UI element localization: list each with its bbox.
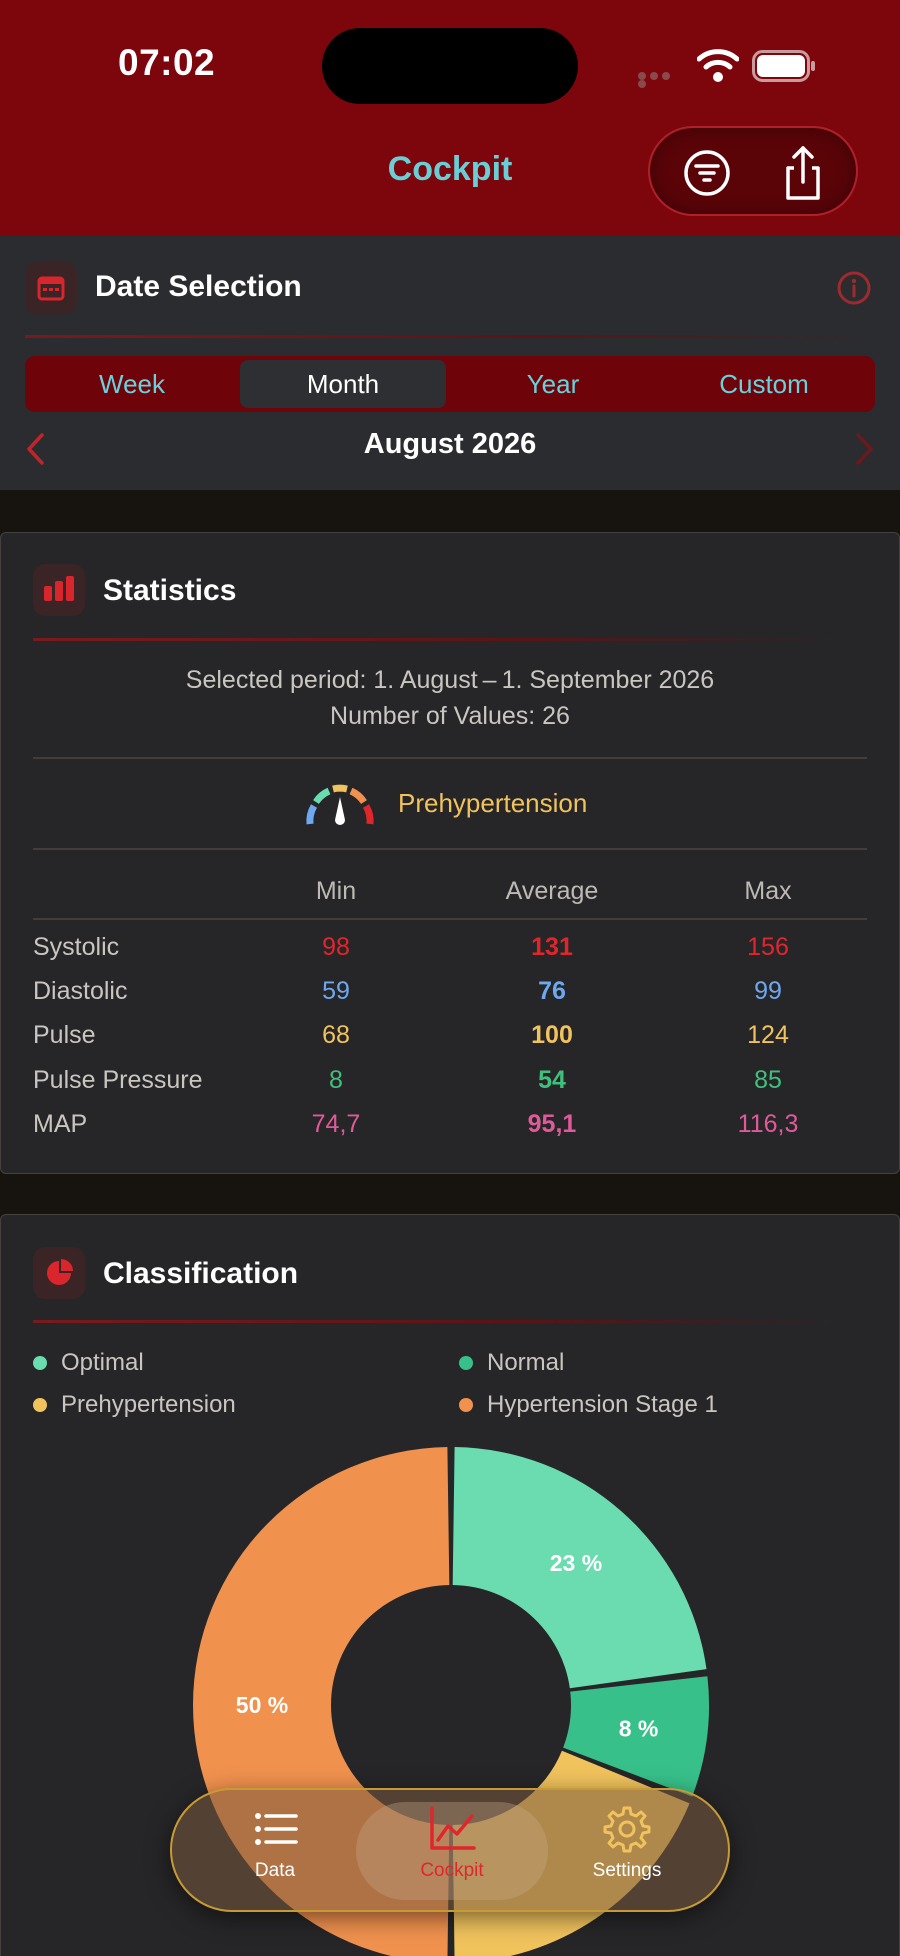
pulse-max: 124	[747, 1021, 789, 1049]
battery-icon	[752, 50, 815, 82]
donut-label-optimal: 23 %	[550, 1550, 602, 1576]
tab-settings-label: Settings	[592, 1860, 662, 1881]
tab-cockpit-label: Cockpit	[420, 1860, 484, 1881]
map-min: 74,7	[311, 1110, 361, 1138]
tab-data[interactable]: Data	[205, 1804, 345, 1900]
gear-icon	[603, 1806, 651, 1853]
list-icon	[255, 1813, 298, 1845]
section-divider	[33, 638, 833, 641]
segment-year[interactable]: Year	[450, 360, 656, 408]
map-average: 95,1	[527, 1110, 577, 1138]
diastolic-max: 99	[754, 977, 782, 1005]
systolic-average: 131	[531, 933, 573, 961]
nav-actions	[648, 126, 858, 216]
number-of-values: Number of Values: 26	[330, 702, 570, 730]
classification-title: Classification	[103, 1257, 299, 1290]
pulse-pressure-min: 8	[329, 1066, 343, 1094]
row-label-pulse: Pulse	[33, 1021, 96, 1049]
donut-label-normal: 8 %	[619, 1716, 659, 1742]
selected-period-text: Selected period: 1. August – 1. Septembe…	[185, 666, 715, 694]
tab-bar: Data Cockpit Settings	[170, 1788, 730, 1912]
diastolic-min: 59	[322, 977, 350, 1005]
bar-chart-icon	[33, 564, 85, 616]
column-header-min: Min	[315, 877, 357, 905]
divider	[33, 918, 867, 920]
pie-chart-icon	[33, 1247, 85, 1299]
systolic-min: 98	[322, 933, 350, 961]
pulse-average: 100	[531, 1021, 573, 1049]
dynamic-island	[322, 28, 578, 104]
row-label-systolic: Systolic	[33, 933, 120, 961]
date-selection-title: Date Selection	[95, 270, 302, 303]
signal-icon	[638, 72, 684, 88]
map-max: 116,3	[737, 1110, 799, 1138]
segment-custom[interactable]: Custom	[661, 360, 867, 408]
systolic-max: 156	[747, 933, 789, 961]
donut-label-hypertension-stage-1: 50 %	[236, 1692, 288, 1718]
legend-prehypertension: Prehypertension	[61, 1391, 236, 1418]
segment-month[interactable]: Month	[240, 360, 446, 408]
filter-icon[interactable]	[674, 140, 740, 206]
section-divider	[33, 1320, 833, 1323]
calendar-icon	[25, 262, 77, 314]
diastolic-average: 76	[538, 977, 566, 1005]
section-divider	[25, 335, 875, 338]
legend-hypertension-stage-1: Hypertension Stage 1	[487, 1391, 718, 1418]
legend-dot-normal	[459, 1356, 473, 1370]
tab-data-label: Data	[254, 1860, 296, 1881]
classification-label: Prehypertension	[398, 788, 588, 818]
legend-dot-hypertension-stage-1	[459, 1398, 473, 1412]
column-header-max: Max	[744, 877, 792, 905]
pulse-min: 68	[322, 1021, 350, 1049]
segment-week[interactable]: Week	[29, 360, 235, 408]
chart-line-icon	[430, 1806, 476, 1850]
wifi-icon	[697, 49, 739, 82]
nav-header: 07:02 Cockpit	[0, 0, 900, 236]
tab-settings[interactable]: Settings	[557, 1804, 697, 1900]
pulse-pressure-max: 85	[754, 1066, 782, 1094]
chevron-right-icon[interactable]	[852, 432, 876, 466]
legend-normal: Normal	[487, 1349, 565, 1376]
divider	[33, 848, 867, 850]
legend-dot-prehypertension	[33, 1398, 47, 1412]
row-label-map: MAP	[33, 1110, 88, 1138]
gauge-icon	[306, 784, 374, 825]
pulse-pressure-average: 54	[538, 1066, 566, 1094]
row-label-diastolic: Diastolic	[33, 977, 128, 1005]
period-segmented-control: Week Month Year Custom	[25, 356, 875, 412]
legend-dot-optimal	[33, 1356, 47, 1370]
row-label-pulse-pressure: Pulse Pressure	[33, 1066, 203, 1094]
statistics-title: Statistics	[103, 574, 237, 607]
legend-optimal: Optimal	[61, 1349, 144, 1376]
tab-cockpit[interactable]: Cockpit	[382, 1804, 522, 1900]
status-time: 07:02	[118, 42, 216, 83]
selected-period: August 2026	[363, 428, 537, 460]
info-icon[interactable]	[836, 270, 872, 306]
share-icon[interactable]	[770, 140, 836, 206]
column-header-average: Average	[505, 877, 599, 905]
divider	[33, 757, 867, 759]
